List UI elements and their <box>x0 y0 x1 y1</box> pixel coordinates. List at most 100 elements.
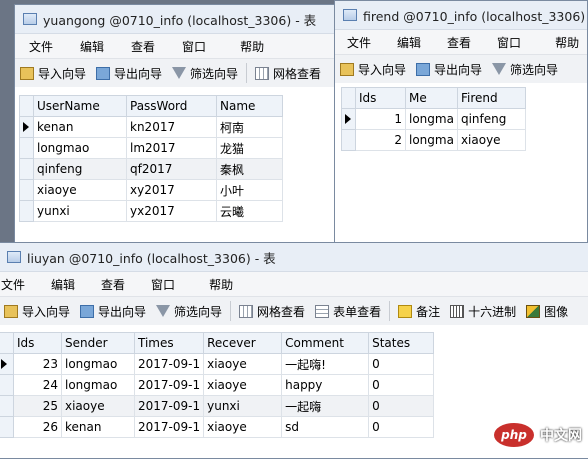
image-button[interactable]: 图像 <box>521 300 573 322</box>
table-row[interactable]: 2 longma xiaoye <box>341 129 526 151</box>
menu-window[interactable]: 窗口 <box>182 38 206 55</box>
column-header-times[interactable]: Times <box>133 332 205 354</box>
cell[interactable]: 2017-09-1 <box>133 395 205 417</box>
export-wizard-button[interactable]: 导出向导 <box>411 58 487 80</box>
filter-wizard-button[interactable]: 筛选向导 <box>487 58 563 80</box>
menu-help[interactable]: 帮助 <box>555 34 579 51</box>
cell[interactable]: yunxi <box>203 395 283 417</box>
cell[interactable]: 小叶 <box>216 179 283 201</box>
cell[interactable]: happy <box>281 374 370 396</box>
row-selector[interactable] <box>19 158 34 180</box>
menu-window[interactable]: 窗口 <box>497 34 521 51</box>
table-row[interactable]: qinfeng qf2017 秦枫 <box>19 158 283 180</box>
cell[interactable]: yunxi <box>33 200 127 222</box>
grid-view-button[interactable]: 网格查看 <box>234 300 310 322</box>
menu-view[interactable]: 查看 <box>447 34 471 51</box>
column-header-ids[interactable]: Ids <box>13 332 62 354</box>
column-header-ids[interactable]: Ids <box>355 87 406 109</box>
table-row[interactable]: longmao lm2017 龙猫 <box>19 137 283 159</box>
cell[interactable]: 龙猫 <box>216 137 283 159</box>
row-selector[interactable] <box>341 129 356 151</box>
cell[interactable]: qinfeng <box>456 108 526 130</box>
yuangong-titlebar[interactable]: yuangong @0710_info (localhost_3306) - 表 <box>15 5 343 34</box>
cell[interactable]: 一起嗨! <box>281 353 370 375</box>
cell[interactable]: 2 <box>355 129 406 151</box>
cell[interactable]: longma <box>405 108 458 130</box>
column-header-sender[interactable]: Sender <box>61 332 135 354</box>
filter-wizard-button[interactable]: 筛选向导 <box>151 300 227 322</box>
menu-edit[interactable]: 编辑 <box>51 276 75 293</box>
column-header-comment[interactable]: Comment <box>281 332 370 354</box>
cell[interactable]: 25 <box>13 395 62 417</box>
cell[interactable]: 2017-09-1 <box>133 353 205 375</box>
cell[interactable]: xiaoye <box>203 416 283 438</box>
cell[interactable]: sd <box>281 416 370 438</box>
cell[interactable]: xy2017 <box>126 179 217 201</box>
row-selector[interactable] <box>19 179 34 201</box>
table-row[interactable]: 23 longmao 2017-09-1 xiaoye 一起嗨! 0 <box>0 353 435 375</box>
menu-file[interactable]: 文件 <box>29 38 53 55</box>
menu-view[interactable]: 查看 <box>131 38 155 55</box>
import-wizard-button[interactable]: 导入向导 <box>335 58 411 80</box>
table-row[interactable]: 26 kenan 2017-09-1 xiaoye sd 0 <box>0 416 435 438</box>
table-row[interactable]: xiaoye xy2017 小叶 <box>19 179 283 201</box>
cell[interactable]: yx2017 <box>126 200 217 222</box>
table-row[interactable]: 24 longmao 2017-09-1 xiaoye happy 0 <box>0 374 435 396</box>
column-header-me[interactable]: Me <box>405 87 458 109</box>
cell[interactable]: 26 <box>13 416 62 438</box>
menu-file[interactable]: 文件 <box>347 34 371 51</box>
cell[interactable]: xiaoye <box>203 374 283 396</box>
export-wizard-button[interactable]: 导出向导 <box>91 62 167 84</box>
cell[interactable]: kenan <box>61 416 135 438</box>
table-row[interactable]: yunxi yx2017 云曦 <box>19 200 283 222</box>
memo-button[interactable]: 备注 <box>393 300 445 322</box>
cell[interactable]: 云曦 <box>216 200 283 222</box>
grid-view-button[interactable]: 网格查看 <box>250 62 326 84</box>
cell[interactable]: longmao <box>33 137 127 159</box>
import-wizard-button[interactable]: 导入向导 <box>0 300 75 322</box>
cell[interactable]: 1 <box>355 108 406 130</box>
cell[interactable]: xiaoye <box>456 129 526 151</box>
cell[interactable]: 柯南 <box>216 116 283 138</box>
liuyan-titlebar[interactable]: liuyan @0710_info (localhost_3306) - 表 <box>0 243 588 272</box>
cell[interactable]: 23 <box>13 353 62 375</box>
cell[interactable]: 2017-09-1 <box>133 374 205 396</box>
row-selector[interactable] <box>341 108 356 130</box>
menu-view[interactable]: 查看 <box>101 276 125 293</box>
cell[interactable]: xiaoye <box>203 353 283 375</box>
export-wizard-button[interactable]: 导出向导 <box>75 300 151 322</box>
cell[interactable]: longmao <box>61 374 135 396</box>
cell[interactable]: longma <box>405 129 458 151</box>
filter-wizard-button[interactable]: 筛选向导 <box>167 62 243 84</box>
table-row[interactable]: 1 longma qinfeng <box>341 108 526 130</box>
row-selector[interactable] <box>0 416 14 438</box>
firend-titlebar[interactable]: firend @0710_info (localhost_3306) - 表 <box>335 1 587 30</box>
row-selector[interactable] <box>0 374 14 396</box>
cell[interactable]: 2017-09-1 <box>133 416 205 438</box>
import-wizard-button[interactable]: 导入向导 <box>15 62 91 84</box>
cell[interactable]: qinfeng <box>33 158 127 180</box>
row-selector[interactable] <box>19 137 34 159</box>
cell[interactable]: 一起嗨 <box>281 395 370 417</box>
cell[interactable]: qf2017 <box>126 158 217 180</box>
column-header-recever[interactable]: Recever <box>203 332 283 354</box>
table-row[interactable]: 25 xiaoye 2017-09-1 yunxi 一起嗨 0 <box>0 395 435 417</box>
form-view-button[interactable]: 表单查看 <box>310 300 386 322</box>
cell[interactable]: xiaoye <box>33 179 127 201</box>
column-header-states[interactable]: States <box>368 332 435 354</box>
cell[interactable]: 0 <box>368 353 435 375</box>
menu-edit[interactable]: 编辑 <box>397 34 421 51</box>
cell[interactable]: 0 <box>368 374 435 396</box>
cell[interactable]: lm2017 <box>126 137 217 159</box>
menu-edit[interactable]: 编辑 <box>80 38 104 55</box>
column-header-name[interactable]: Name <box>216 95 283 117</box>
column-header-password[interactable]: PassWord <box>126 95 217 117</box>
row-selector[interactable] <box>19 200 34 222</box>
cell[interactable]: xiaoye <box>61 395 135 417</box>
column-header-firend[interactable]: Firend <box>456 87 526 109</box>
cell[interactable]: longmao <box>61 353 135 375</box>
table-row[interactable]: kenan kn2017 柯南 <box>19 116 283 138</box>
row-selector[interactable] <box>0 353 14 375</box>
menu-file[interactable]: 文件 <box>1 276 25 293</box>
cell[interactable]: 秦枫 <box>216 158 283 180</box>
